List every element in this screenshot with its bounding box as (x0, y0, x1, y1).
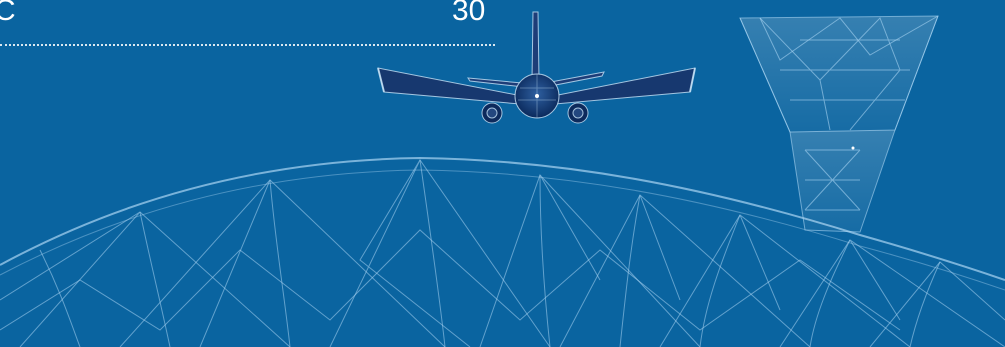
control-tower-icon (739, 15, 939, 233)
airplane-icon (377, 11, 696, 124)
row-label: C (0, 0, 16, 27)
dotted-leader-line (0, 44, 495, 46)
row-value: 30 (452, 0, 486, 27)
airport-illustration (0, 11, 1005, 347)
tower-light (851, 146, 855, 150)
